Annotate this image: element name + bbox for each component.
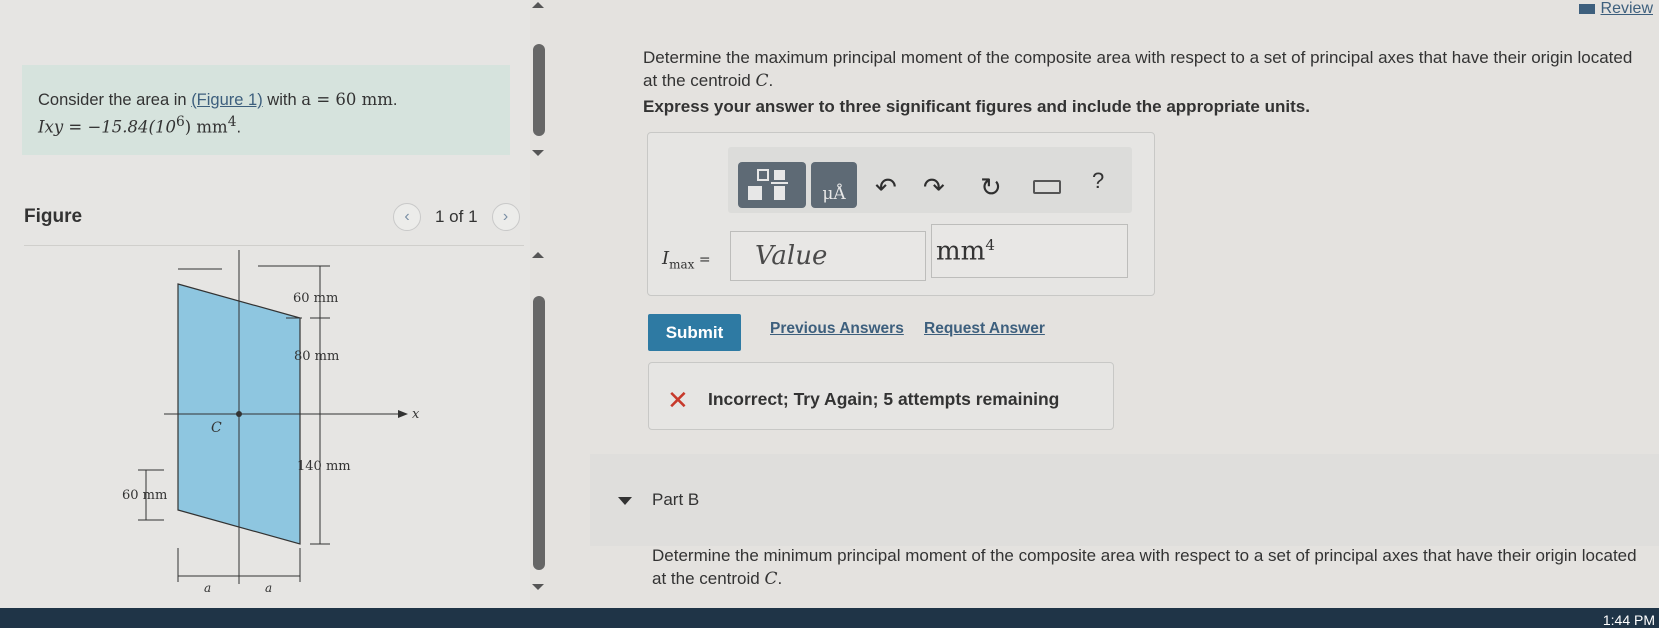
centroid-label: C bbox=[211, 420, 222, 436]
part-b-question: Determine the minimum principal moment o… bbox=[652, 546, 1637, 589]
scroll-down-arrow-figure[interactable] bbox=[532, 584, 544, 590]
undo-icon[interactable]: ↶ bbox=[875, 172, 897, 203]
unit-field[interactable]: mm4 bbox=[931, 224, 1128, 278]
problem-with: with bbox=[262, 91, 302, 109]
axis-x-label: x bbox=[412, 407, 420, 422]
dim-top-label: 60 mm bbox=[293, 291, 338, 306]
scroll-up-arrow[interactable] bbox=[532, 2, 544, 8]
answer-label: Imax = bbox=[662, 248, 711, 272]
value-input[interactable] bbox=[731, 232, 925, 280]
review-link[interactable]: Review bbox=[1578, 0, 1653, 18]
scrollbar-thumb-figure[interactable] bbox=[533, 296, 545, 570]
part-a-question: Determine the maximum principal moment o… bbox=[643, 48, 1633, 91]
previous-answers-link[interactable]: Previous Answers bbox=[770, 320, 904, 338]
scroll-up-arrow-figure[interactable] bbox=[532, 252, 544, 258]
figure-title: Figure bbox=[24, 206, 83, 227]
help-button[interactable]: ? bbox=[1092, 168, 1104, 194]
scrollbar-thumb-top[interactable] bbox=[533, 44, 545, 136]
chevron-right-icon: › bbox=[502, 208, 509, 225]
x-axis-arrow bbox=[398, 410, 408, 418]
taskbar-clock: 1:44 PM bbox=[1602, 612, 1655, 628]
taskbar bbox=[0, 608, 1659, 628]
units-button[interactable]: μÅ bbox=[811, 162, 857, 208]
figure-link[interactable]: (Figure 1) bbox=[191, 91, 263, 109]
templates-button[interactable] bbox=[738, 162, 806, 208]
prev-figure-button[interactable]: ‹ bbox=[393, 203, 421, 231]
ixy-value: Ixy = −15.84(10 bbox=[38, 117, 176, 137]
scroll-down-arrow[interactable] bbox=[532, 150, 544, 156]
part-b-header[interactable] bbox=[590, 454, 1659, 546]
request-answer-link[interactable]: Request Answer bbox=[924, 320, 1045, 338]
problem-prefix: Consider the area in bbox=[38, 91, 192, 109]
next-figure-button[interactable]: › bbox=[491, 203, 520, 231]
dim-left-label: 60 mm bbox=[122, 488, 167, 503]
part-b-title[interactable]: Part B bbox=[652, 490, 699, 510]
review-label: Review bbox=[1600, 0, 1653, 17]
composite-area-figure: x C 60 mm 80 mm 140 mm 60 mm a a bbox=[122, 250, 420, 595]
feedback-text: Incorrect; Try Again; 5 attempts remaini… bbox=[708, 389, 1060, 409]
a-left-label: a bbox=[204, 581, 211, 595]
figure-pager: ‹ 1 of 1 › bbox=[393, 203, 520, 231]
caret-down-icon[interactable] bbox=[618, 497, 632, 505]
incorrect-icon: ✕ bbox=[667, 385, 689, 415]
centroid-point bbox=[236, 411, 242, 417]
keyboard-icon[interactable] bbox=[1033, 180, 1061, 194]
chevron-left-icon: ‹ bbox=[404, 208, 410, 225]
submit-button[interactable]: Submit bbox=[648, 314, 741, 351]
a-right-label: a bbox=[265, 581, 272, 595]
value-field-wrapper bbox=[730, 231, 926, 281]
part-a-instruction: Express your answer to three significant… bbox=[643, 97, 1310, 116]
dim-low-label: 140 mm bbox=[297, 459, 351, 474]
divider bbox=[24, 245, 524, 246]
pager-text: 1 of 1 bbox=[435, 207, 478, 226]
templates-icon bbox=[748, 169, 788, 200]
reset-icon[interactable]: ↻ bbox=[980, 172, 1002, 203]
book-icon bbox=[1578, 4, 1595, 14]
a-value: a = 60 mm bbox=[301, 90, 393, 109]
redo-icon[interactable]: ↷ bbox=[923, 172, 945, 203]
problem-statement: Consider the area in (Figure 1) with a =… bbox=[22, 65, 510, 155]
dim-mid-label: 80 mm bbox=[294, 349, 339, 364]
